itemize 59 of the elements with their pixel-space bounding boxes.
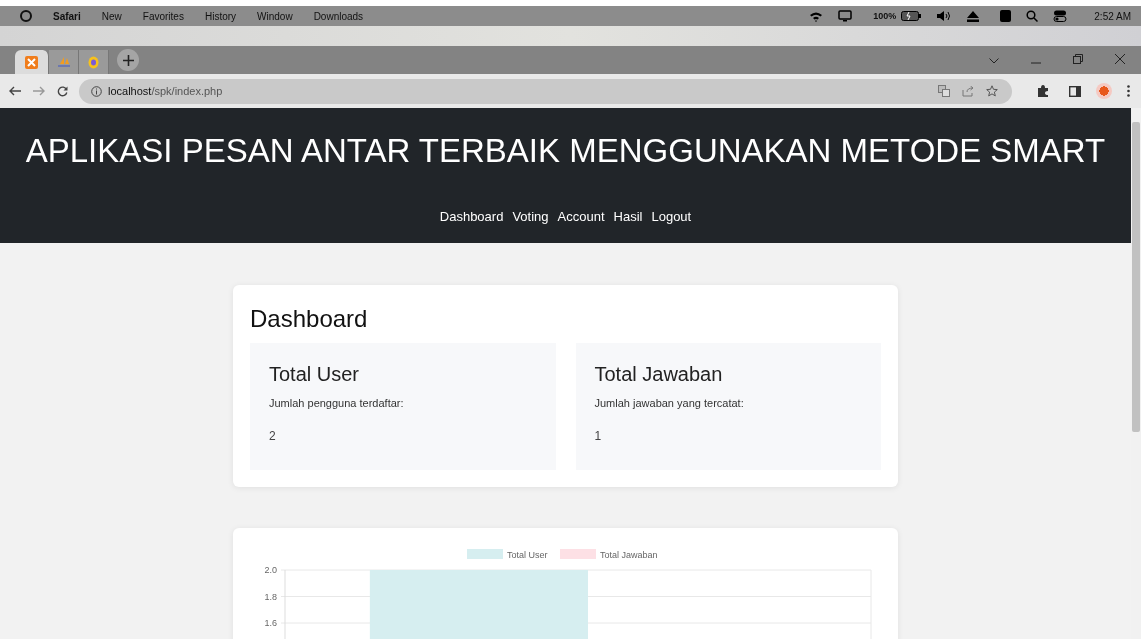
nav-link[interactable]: Voting	[512, 209, 549, 224]
nav-link[interactable]: Hasil	[613, 209, 643, 224]
battery-icon[interactable]	[901, 11, 922, 21]
eject-icon[interactable]	[967, 10, 980, 22]
stat-value: 1	[594, 429, 603, 443]
nav-link[interactable]: Dashboard	[439, 209, 504, 224]
clock-time: 2:52 AM	[1094, 10, 1131, 22]
legend-item: Total Jawaban	[560, 549, 658, 560]
url-text: localhost/spk/index.php	[108, 85, 223, 97]
profile-avatar[interactable]	[1096, 83, 1112, 99]
new-tab-button[interactable]	[117, 49, 139, 71]
nav-link[interactable]: Logout	[651, 209, 692, 224]
close-icon[interactable]	[1115, 54, 1125, 64]
scrollbar-thumb[interactable]	[1132, 122, 1140, 432]
menu-item[interactable]: Window	[257, 10, 293, 22]
sail-logo-icon	[56, 56, 71, 68]
card-title: Dashboard	[250, 305, 369, 333]
axis-tick-label: 2.0	[264, 565, 277, 575]
speaker-icon[interactable]	[936, 10, 953, 22]
menu-item[interactable]: Favorites	[142, 10, 184, 22]
puzzle-icon[interactable]	[1037, 85, 1049, 97]
wifi-icon[interactable]	[809, 10, 824, 22]
more-icon[interactable]	[1127, 85, 1130, 97]
stat-description: Jumlah jawaban yang tercatat:	[594, 397, 745, 409]
stat-value: 2	[269, 429, 277, 443]
browser-tab[interactable]	[15, 50, 49, 74]
app-icon[interactable]	[1000, 10, 1012, 22]
square-logo-icon	[25, 55, 38, 69]
reload-icon[interactable]	[57, 85, 68, 97]
legend-item: Total User	[467, 549, 548, 560]
chevron-down-icon[interactable]	[989, 58, 999, 64]
side-panel-icon[interactable]	[1069, 85, 1081, 97]
monitor-icon[interactable]	[838, 10, 853, 22]
axis-tick-label: 1.6	[264, 618, 277, 628]
axis-tick-label: 1.8	[264, 591, 277, 602]
nav-link[interactable]: Account	[557, 209, 605, 224]
info-icon	[91, 85, 102, 97]
legend-label: Total Jawaban	[600, 550, 658, 560]
restore-icon[interactable]	[1073, 54, 1083, 64]
battery-percent: 100%	[873, 11, 897, 21]
star-icon[interactable]	[986, 85, 998, 97]
stat-description: Jumlah pengguna terdaftar:	[269, 397, 405, 409]
translate-icon[interactable]	[938, 85, 950, 97]
legend-label: Total User	[507, 550, 548, 560]
ring-logo-icon	[88, 55, 99, 69]
menu-circle-icon[interactable]	[20, 10, 32, 22]
menu-item[interactable]: New	[101, 10, 122, 22]
stat-title: Total User	[269, 363, 361, 386]
menu-item[interactable]: Downloads	[313, 10, 364, 22]
back-icon[interactable]	[9, 86, 21, 96]
address-bar[interactable]: localhost/spk/index.php	[79, 78, 1012, 104]
stat-title: Total Jawaban	[594, 363, 724, 386]
browser-tab[interactable]	[79, 50, 109, 74]
menu-item[interactable]: History	[204, 10, 237, 22]
page-title: APLIKASI PESAN ANTAR TERBAIK MENGGUNAKAN METODE SMART	[25, 132, 1106, 170]
toggle-icon[interactable]	[1053, 10, 1068, 22]
menu-item[interactable]: Safari	[53, 10, 81, 22]
search-icon[interactable]	[1026, 10, 1039, 22]
plus-icon	[122, 54, 134, 66]
